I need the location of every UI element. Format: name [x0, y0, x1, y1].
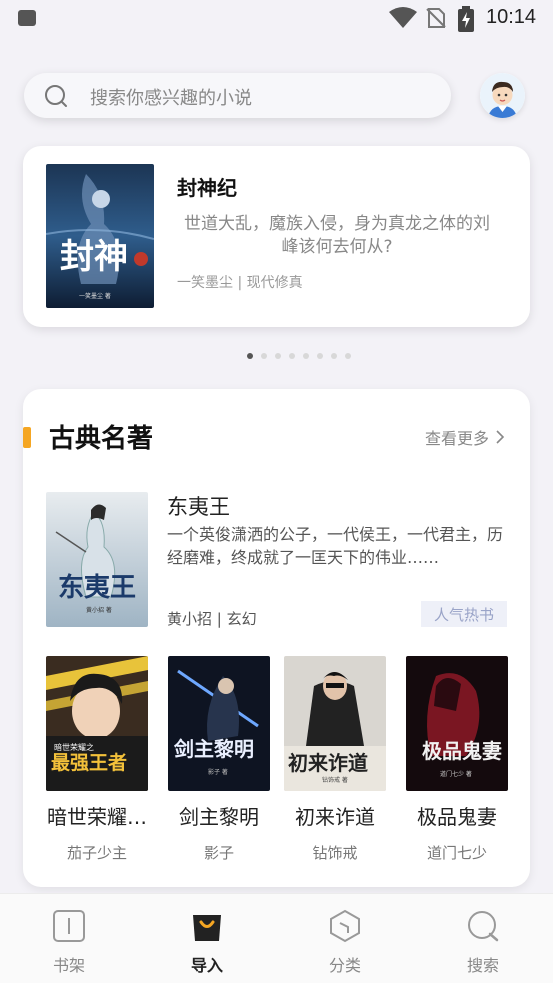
bottom-navigation: 书架 导入 分类 搜索	[0, 893, 553, 983]
book-item[interactable]: 初来诈道 钻饰戒 著 初来诈道 钻饰戒	[284, 656, 386, 863]
user-avatar[interactable]	[480, 73, 525, 118]
nav-import[interactable]: 导入	[167, 908, 247, 976]
book-author: 茄子少主	[66, 844, 127, 862]
carousel-dot[interactable]	[303, 353, 309, 359]
book-cover[interactable]: 初来诈道 钻饰戒 著	[284, 656, 386, 791]
notification-app-icon	[18, 10, 36, 26]
featured-book-description: 一个英俊潇洒的公子，一代侯王，一代君主，历经磨难，终成就了一匡天下的伟业……	[167, 525, 504, 567]
nav-label: 书架	[52, 956, 85, 975]
book-author: 影子	[203, 844, 234, 862]
book-author: 道门七少	[426, 844, 487, 862]
book-cover-sub: 影子 著	[208, 768, 228, 776]
featured-cover-title: 东夷王	[58, 572, 136, 603]
book-author: 钻饰戒	[312, 844, 358, 862]
carousel-dot[interactable]	[261, 353, 267, 359]
book-cover-title: 最强王者	[51, 752, 127, 774]
no-sim-icon	[426, 8, 446, 28]
book-cover-title: 初来诈道	[288, 751, 368, 775]
popular-tag-badge: 人气热书	[421, 601, 507, 627]
book-grid: 暗世荣耀之 最强王者 暗世荣耀… 茄子少主 剑主黎明 影子 著 剑主黎明 影子	[46, 656, 516, 866]
book-title: 初来诈道	[295, 805, 375, 829]
nav-label: 导入	[190, 956, 223, 975]
book-cover-title: 剑主黎明	[173, 737, 254, 761]
featured-book-cover[interactable]: 东夷王 黄小招 著	[46, 492, 148, 627]
nav-category[interactable]: 分类	[305, 908, 385, 976]
search-placeholder: 搜索你感兴趣的小说	[90, 88, 252, 109]
search-input[interactable]: 搜索你感兴趣的小说	[24, 73, 451, 118]
carousel-dot[interactable]	[317, 353, 323, 359]
banner-book-description: 世道大乱，魔族入侵，身为真龙之体的刘峰该何去何从?	[184, 214, 490, 257]
bookshelf-icon	[53, 910, 85, 942]
book-title: 剑主黎明	[179, 805, 259, 829]
see-more-link[interactable]: 查看更多	[425, 425, 505, 449]
carousel-indicator	[0, 353, 553, 361]
nav-search[interactable]: 搜索	[443, 908, 523, 976]
carousel-dot[interactable]	[247, 353, 253, 359]
book-cover[interactable]: 剑主黎明 影子 著	[168, 656, 270, 791]
category-hexagon-icon	[330, 909, 360, 943]
featured-banner-card[interactable]: 封神 一笑墨尘 著 封神纪 世道大乱，魔族入侵，身为真龙之体的刘峰该何去何从? …	[23, 146, 530, 327]
classics-section-card: 古典名著 查看更多 东夷王 黄小招 著 东夷王 一个英俊潇洒的公子，一代侯王，一…	[23, 389, 530, 887]
banner-cover-author: 一笑墨尘 著	[79, 292, 111, 300]
book-item[interactable]: 暗世荣耀之 最强王者 暗世荣耀… 茄子少主	[46, 656, 148, 863]
book-cover-sub: 道门七少 著	[440, 770, 472, 778]
battery-charging-icon	[458, 6, 474, 32]
book-title: 暗世荣耀…	[47, 805, 147, 829]
book-cover-sub: 钻饰戒 著	[322, 776, 348, 784]
nav-label: 搜索	[466, 956, 499, 975]
import-bag-icon	[193, 915, 221, 941]
section-accent-bar	[23, 427, 31, 448]
banner-cover-title: 封神	[60, 237, 128, 277]
search-circle-icon	[468, 911, 499, 942]
carousel-dot[interactable]	[275, 353, 281, 359]
featured-cover-author: 黄小招 著	[86, 606, 112, 614]
carousel-dot[interactable]	[289, 353, 295, 359]
carousel-dot[interactable]	[345, 353, 351, 359]
clock: 10:14	[486, 6, 537, 28]
featured-book-meta: 黄小招 | 玄幻	[167, 610, 257, 628]
status-bar: 10:14	[0, 0, 553, 38]
book-cover[interactable]: 暗世荣耀之 最强王者	[46, 656, 148, 791]
banner-book-meta: 一笑墨尘 | 现代修真	[177, 275, 303, 291]
banner-book-cover[interactable]: 封神 一笑墨尘 著	[46, 164, 154, 308]
banner-book-title: 封神纪	[177, 176, 237, 200]
book-title: 极品鬼妻	[417, 805, 497, 829]
book-item[interactable]: 剑主黎明 影子 著 剑主黎明 影子	[168, 656, 270, 863]
nav-bookshelf[interactable]: 书架	[29, 908, 109, 976]
book-cover-sub: 暗世荣耀之	[54, 742, 94, 752]
book-cover[interactable]: 极品鬼妻 道门七少 著	[406, 656, 508, 791]
book-cover-title: 极品鬼妻	[422, 739, 502, 763]
carousel-dot[interactable]	[331, 353, 337, 359]
featured-book-title[interactable]: 东夷王	[167, 491, 230, 521]
wifi-icon	[389, 7, 417, 28]
chevron-right-icon	[496, 430, 505, 444]
avatar-face-icon	[480, 73, 525, 118]
see-more-label: 查看更多	[425, 429, 490, 448]
book-item[interactable]: 极品鬼妻 道门七少 著 极品鬼妻 道门七少	[406, 656, 508, 863]
nav-label: 分类	[328, 956, 361, 975]
search-icon	[45, 85, 67, 107]
section-title: 古典名著	[49, 424, 154, 454]
